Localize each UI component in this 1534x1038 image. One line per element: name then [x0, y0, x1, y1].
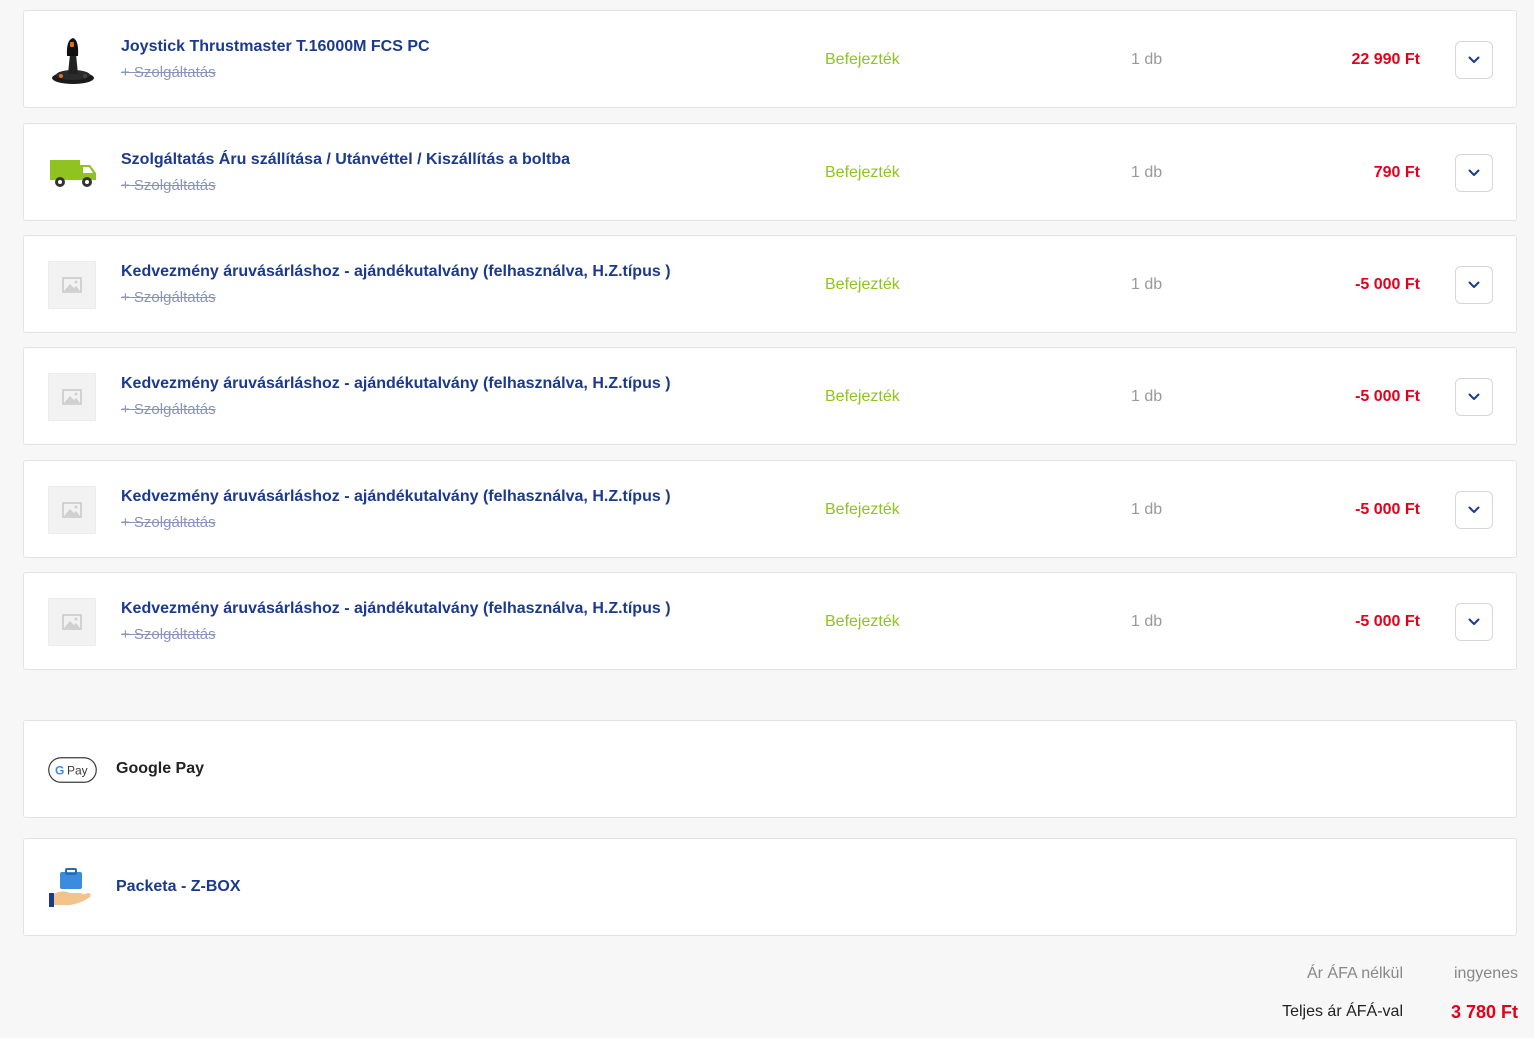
item-title[interactable]: Kedvezmény áruvásárláshoz - ajándékutalv…	[121, 600, 671, 618]
order-item-row: Kedvezmény áruvásárláshoz - ajándékutalv…	[23, 235, 1517, 333]
item-service-link[interactable]: + Szolgáltatás	[121, 64, 216, 81]
item-service-link[interactable]: + Szolgáltatás	[121, 626, 216, 643]
item-service-link[interactable]: + Szolgáltatás	[121, 289, 216, 306]
item-quantity: 1 db	[1131, 164, 1163, 181]
chevron-down-icon	[1468, 56, 1480, 63]
item-status: Befejezték	[825, 51, 900, 68]
shipping-method-row: Packeta - Z-BOX	[23, 838, 1517, 936]
expand-button[interactable]	[1455, 491, 1493, 529]
item-quantity: 1 db	[1131, 613, 1163, 630]
google-pay-g: G	[55, 764, 64, 778]
item-status: Befejezték	[825, 164, 900, 181]
item-service-link[interactable]: + Szolgáltatás	[121, 514, 216, 531]
item-status: Befejezték	[825, 613, 900, 630]
order-item-row: Kedvezmény áruvásárláshoz - ajándékutalv…	[23, 572, 1517, 670]
item-price: -5 000 Ft	[1355, 276, 1420, 293]
item-price: 22 990 Ft	[1351, 51, 1420, 68]
image-placeholder-icon	[48, 261, 96, 309]
expand-button[interactable]	[1455, 603, 1493, 641]
chevron-down-icon	[1468, 618, 1480, 625]
chevron-down-icon	[1468, 393, 1480, 400]
expand-button[interactable]	[1455, 41, 1493, 79]
item-price: 790 Ft	[1373, 164, 1420, 181]
item-title[interactable]: Kedvezmény áruvásárláshoz - ajándékutalv…	[121, 488, 671, 506]
item-quantity: 1 db	[1131, 51, 1163, 68]
expand-button[interactable]	[1455, 378, 1493, 416]
expand-button[interactable]	[1455, 154, 1493, 192]
item-status: Befejezték	[825, 388, 900, 405]
total-price-value: 3 780 Ft	[1450, 1002, 1518, 1022]
payment-method-row: G Pay Google Pay	[23, 720, 1517, 818]
item-quantity: 1 db	[1131, 276, 1163, 293]
image-placeholder-icon	[48, 373, 96, 421]
item-title[interactable]: Kedvezmény áruvásárláshoz - ajándékutalv…	[121, 263, 671, 281]
item-service-link[interactable]: + Szolgáltatás	[121, 401, 216, 418]
order-item-row: Kedvezmény áruvásárláshoz - ajándékutalv…	[23, 460, 1517, 558]
google-pay-icon: G Pay	[48, 757, 97, 788]
chevron-down-icon	[1468, 169, 1480, 176]
image-placeholder-icon	[48, 598, 96, 646]
delivery-truck-icon	[48, 148, 98, 198]
item-title[interactable]: Joystick Thrustmaster T.16000M FCS PC	[121, 38, 430, 56]
item-quantity: 1 db	[1131, 388, 1163, 405]
payment-method-label: Google Pay	[116, 760, 205, 777]
packeta-box-icon	[48, 867, 92, 914]
image-placeholder-icon	[48, 486, 96, 534]
net-price-value: ingyenes	[1453, 965, 1518, 982]
item-quantity: 1 db	[1131, 501, 1163, 518]
expand-button[interactable]	[1455, 266, 1493, 304]
item-service-link[interactable]: + Szolgáltatás	[121, 177, 216, 194]
item-status: Befejezték	[825, 276, 900, 293]
total-price-label: Teljes ár ÁFÁ-val	[1282, 1003, 1403, 1020]
item-title[interactable]: Kedvezmény áruvásárláshoz - ajándékutalv…	[121, 375, 671, 393]
joystick-icon	[48, 35, 98, 85]
shipping-method-label: Packeta - Z-BOX	[116, 878, 241, 895]
order-item-row: Kedvezmény áruvásárláshoz - ajándékutalv…	[23, 347, 1517, 445]
chevron-down-icon	[1468, 281, 1480, 288]
item-price: -5 000 Ft	[1355, 501, 1420, 518]
item-price: -5 000 Ft	[1355, 388, 1420, 405]
chevron-down-icon	[1468, 506, 1480, 513]
order-item-row: Szolgáltatás Áru szállítása / Utánvéttel…	[23, 123, 1517, 221]
item-title[interactable]: Szolgáltatás Áru szállítása / Utánvéttel…	[121, 151, 570, 169]
item-price: -5 000 Ft	[1355, 613, 1420, 630]
order-item-row: Joystick Thrustmaster T.16000M FCS PC + …	[23, 10, 1517, 108]
item-status: Befejezték	[825, 501, 900, 518]
net-price-label: Ár ÁFA nélkül	[1306, 965, 1403, 982]
google-pay-badge: Pay	[67, 764, 88, 778]
